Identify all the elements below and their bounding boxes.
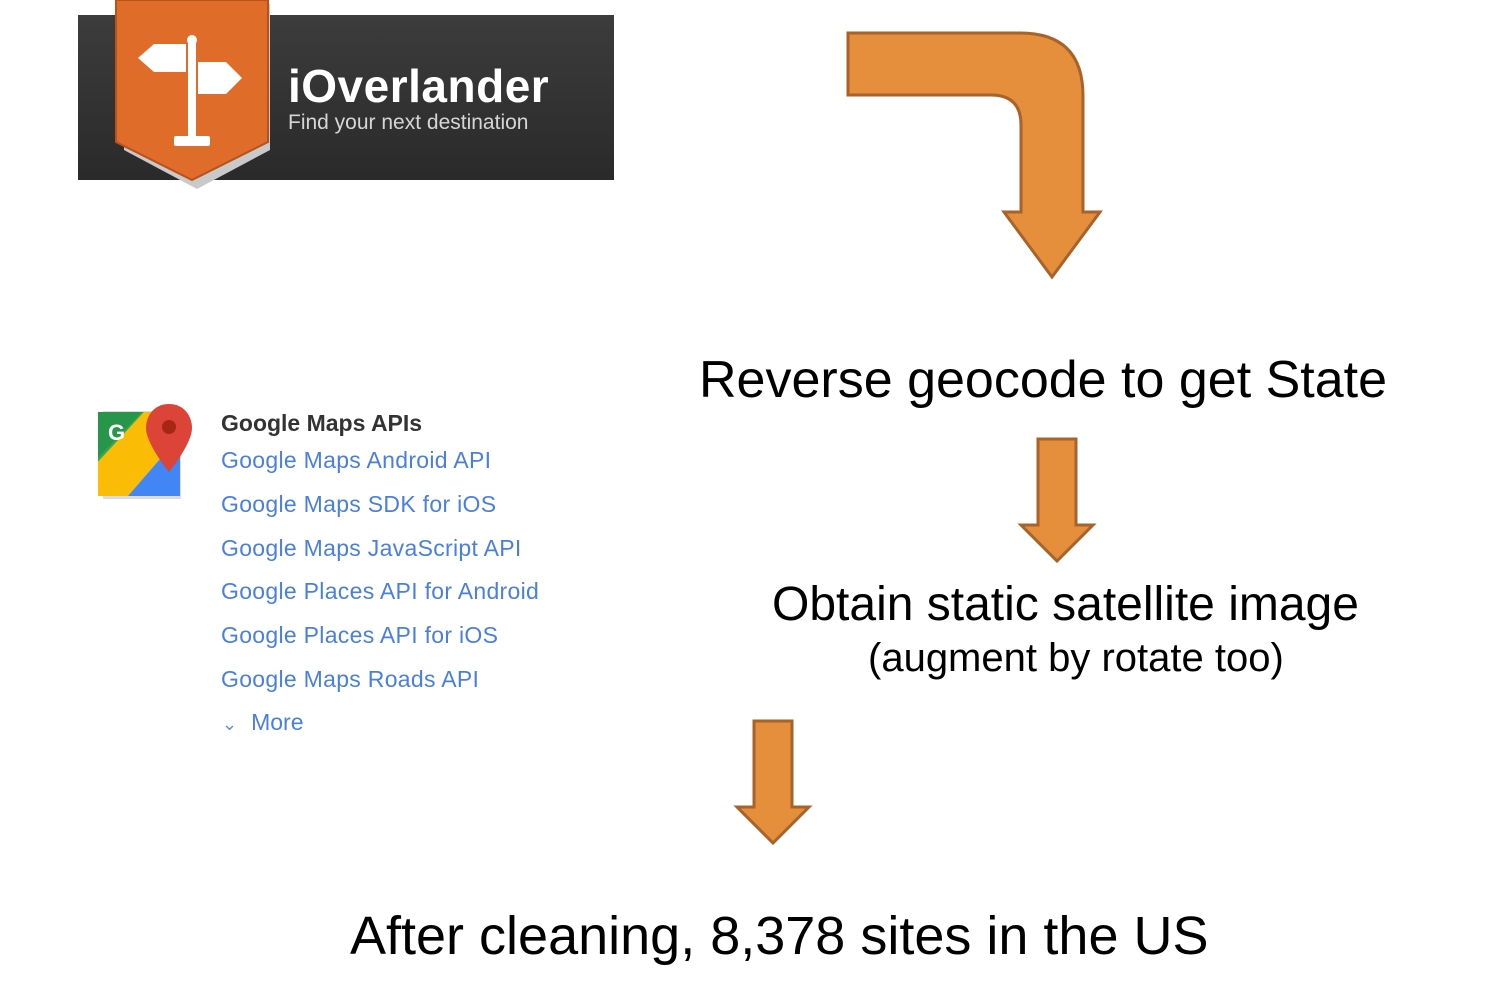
link-maps-sdk-ios[interactable]: Google Maps SDK for iOS bbox=[221, 491, 496, 518]
link-maps-javascript-api[interactable]: Google Maps JavaScript API bbox=[221, 535, 522, 562]
result-summary: After cleaning, 8,378 sites in the US bbox=[350, 906, 1209, 966]
google-maps-icon: G bbox=[98, 404, 192, 499]
chevron-down-icon: ⌄ bbox=[222, 714, 238, 734]
link-maps-android-api[interactable]: Google Maps Android API bbox=[221, 447, 491, 474]
google-maps-icon-letter: G bbox=[108, 420, 125, 445]
step-satellite-note: (augment by rotate too) bbox=[868, 636, 1284, 680]
step-reverse-geocode: Reverse geocode to get State bbox=[699, 351, 1388, 409]
down-arrow-icon bbox=[733, 719, 813, 846]
more-label: More bbox=[251, 709, 304, 735]
link-places-api-ios[interactable]: Google Places API for iOS bbox=[221, 622, 498, 649]
down-arrow-icon bbox=[1017, 437, 1097, 564]
link-places-api-android[interactable]: Google Places API for Android bbox=[221, 578, 539, 605]
step-satellite-image: Obtain static satellite image bbox=[772, 578, 1359, 631]
more-link[interactable]: ⌄ More bbox=[222, 709, 304, 736]
link-maps-roads-api[interactable]: Google Maps Roads API bbox=[221, 666, 479, 693]
google-maps-apis-heading: Google Maps APIs bbox=[221, 410, 423, 436]
